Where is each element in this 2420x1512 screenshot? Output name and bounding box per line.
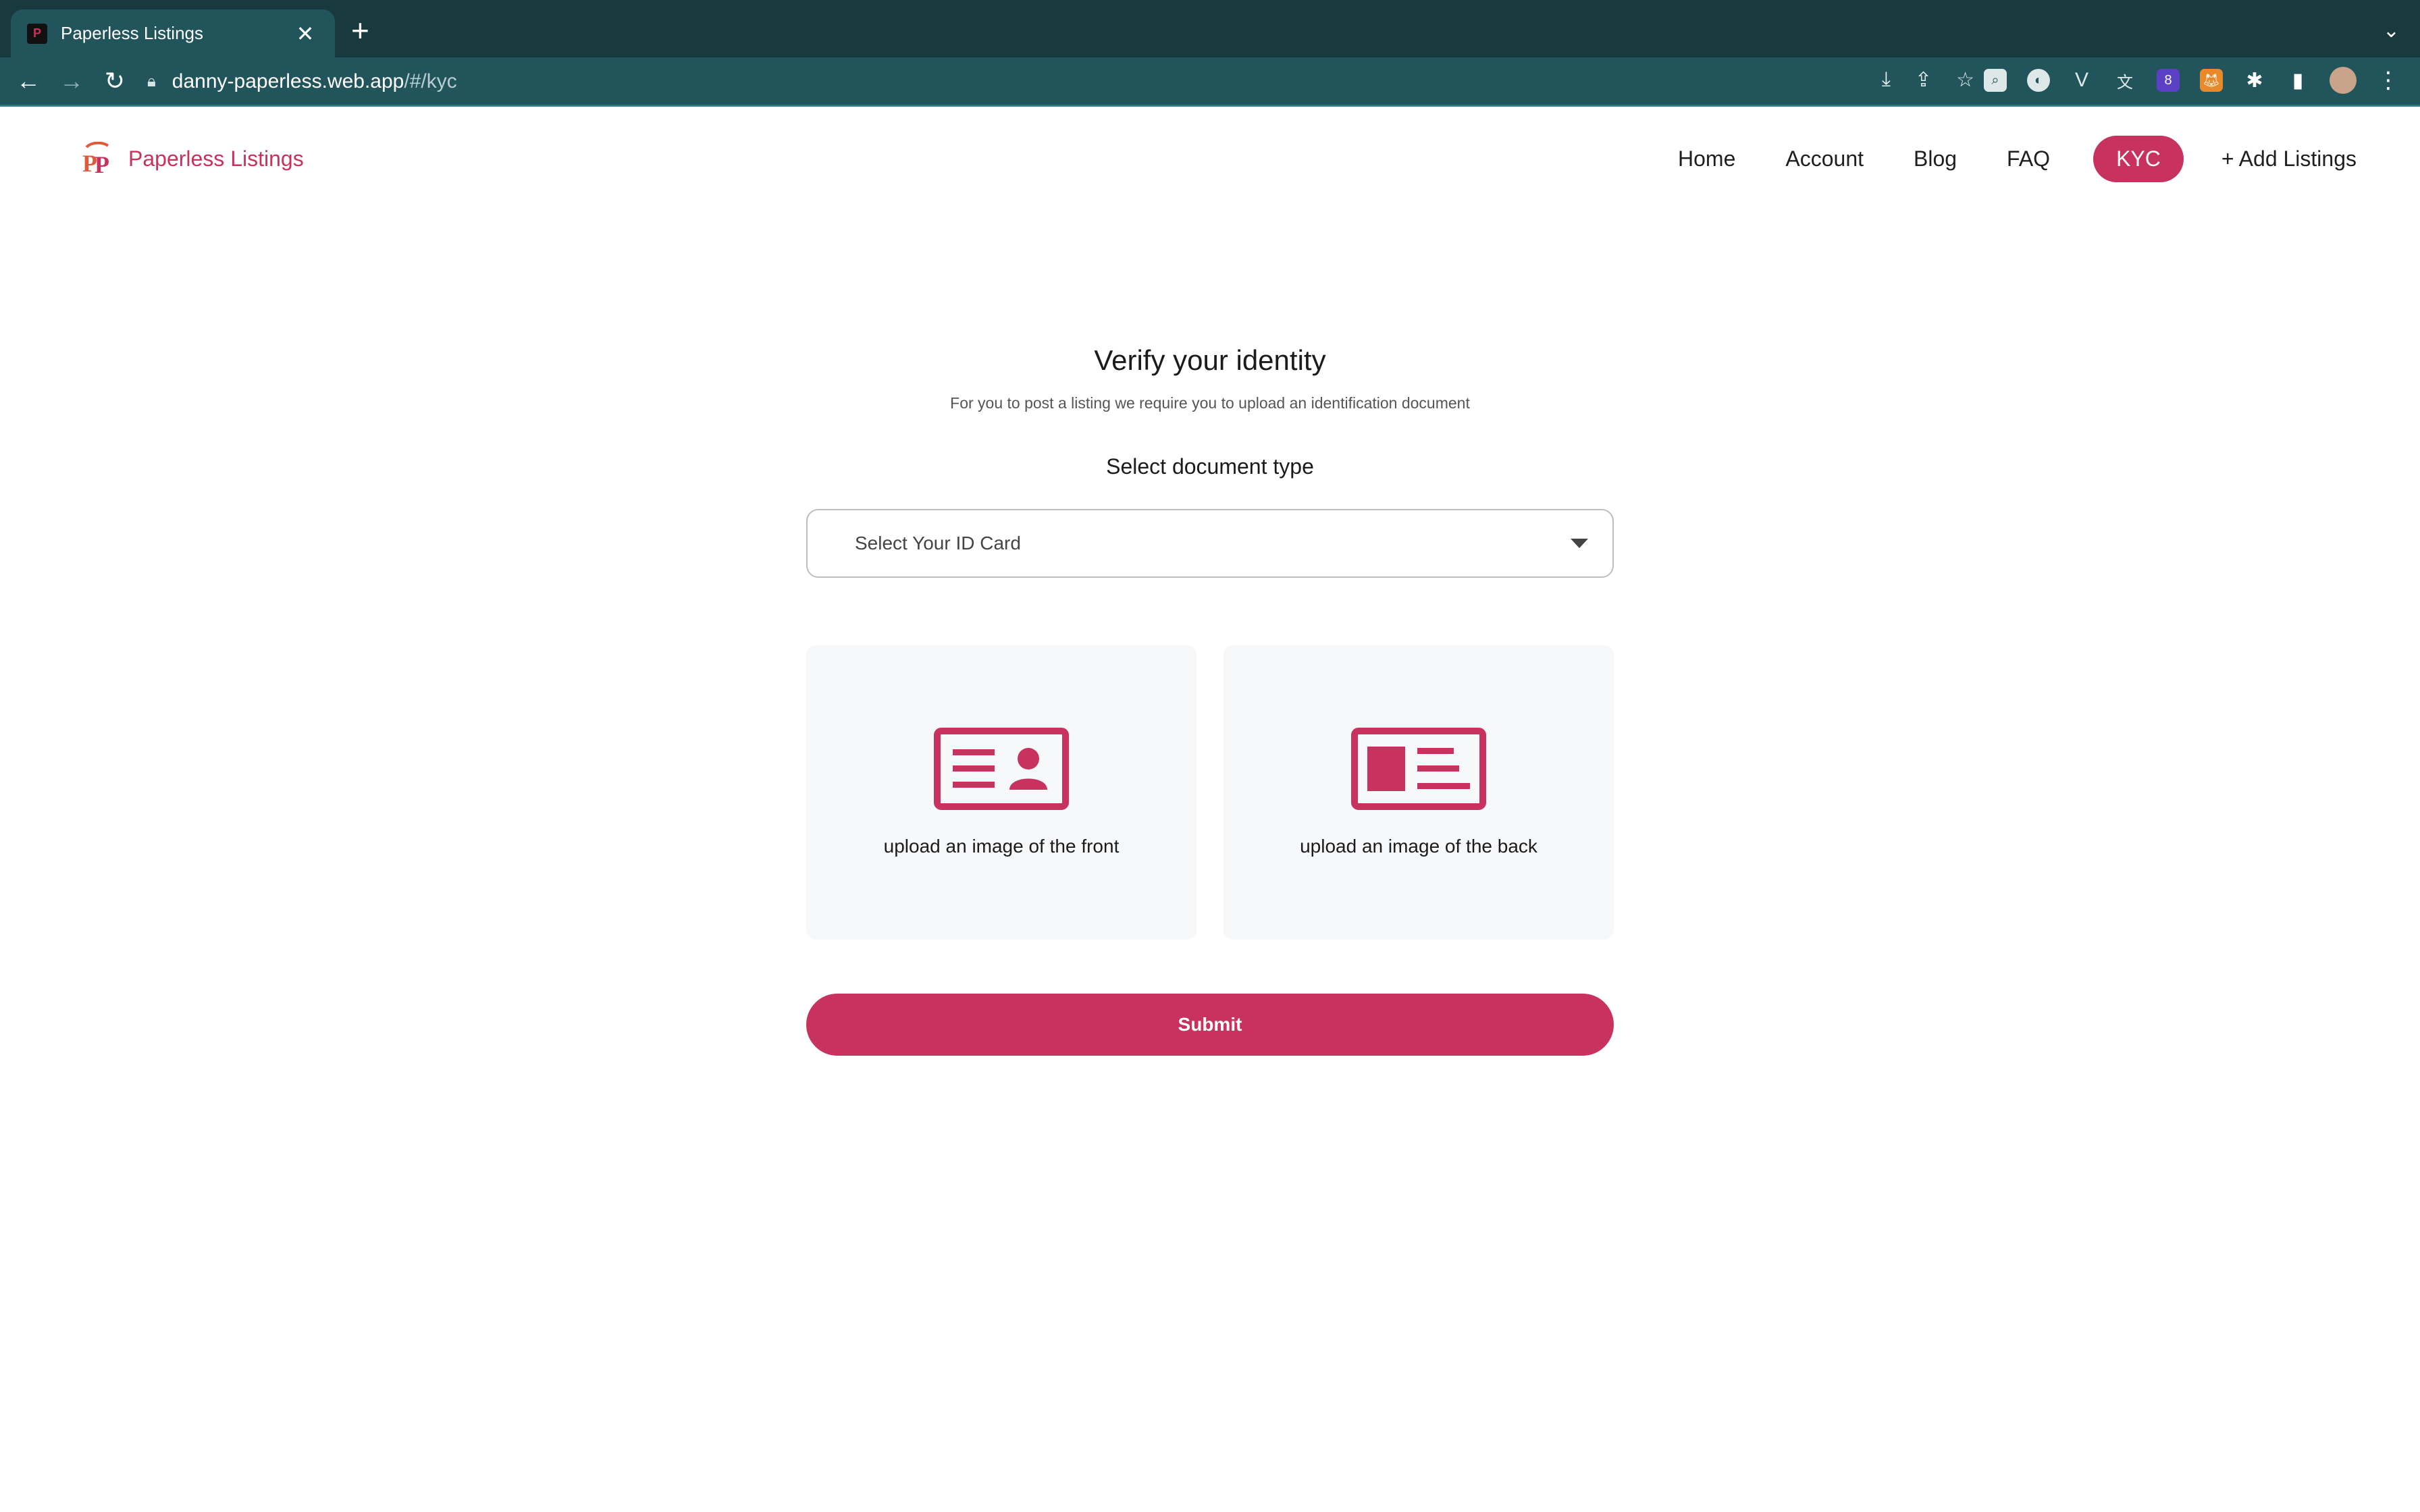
- upload-back-card[interactable]: upload an image of the back: [1224, 645, 1614, 940]
- brand-name: Paperless Listings: [128, 146, 304, 171]
- id-card-select-value: Select Your ID Card: [855, 533, 1021, 554]
- tab-title: Paperless Listings: [61, 23, 203, 43]
- kyc-form: Verify your identity For you to post a l…: [806, 344, 1614, 1056]
- extension-v-icon[interactable]: V: [2070, 69, 2093, 92]
- kebab-menu-icon[interactable]: ⋮: [2377, 68, 2400, 93]
- id-card-select[interactable]: Select Your ID Card: [806, 509, 1614, 578]
- back-icon[interactable]: ←: [7, 67, 50, 95]
- extension-badge-count: 8: [2164, 72, 2172, 88]
- page-title: Verify your identity: [1094, 344, 1326, 376]
- download-icon[interactable]: ⤓: [1882, 68, 1891, 92]
- caret-down-icon: [1571, 539, 1588, 548]
- extension-search-icon[interactable]: ⌕: [1984, 69, 2007, 92]
- extension-badge-icon[interactable]: 8: [2157, 69, 2180, 92]
- star-icon[interactable]: ☆: [1956, 68, 1974, 92]
- share-icon[interactable]: ⇪: [1915, 68, 1932, 92]
- profile-avatar[interactable]: [2330, 67, 2357, 94]
- upload-area: upload an image of the front upload an i…: [806, 645, 1614, 940]
- browser-tab-bar: P Paperless Listings ✕ + ⌄: [0, 0, 2420, 57]
- forward-icon[interactable]: →: [50, 67, 93, 95]
- id-card-back-icon: [1351, 728, 1486, 810]
- nav-kyc[interactable]: KYC: [2093, 136, 2184, 182]
- chevron-down-icon[interactable]: ⌄: [2383, 19, 2400, 43]
- upload-back-label: upload an image of the back: [1300, 836, 1537, 857]
- nav-home[interactable]: Home: [1678, 146, 1735, 171]
- browser-toolbar: ← → ↻ 🔒︎ danny-paperless.web.app/#/kyc ⤓…: [0, 57, 2420, 107]
- nav-faq[interactable]: FAQ: [2007, 146, 2050, 171]
- brand-link[interactable]: P P Paperless Listings: [80, 141, 304, 178]
- site-header: P P Paperless Listings Home Account Blog…: [0, 107, 2420, 215]
- browser-tab[interactable]: P Paperless Listings ✕: [11, 9, 335, 57]
- lock-icon: 🔒︎: [147, 72, 156, 90]
- document-type-label: Select document type: [1106, 454, 1314, 479]
- svg-text:P: P: [95, 151, 109, 176]
- id-card-front-icon: [934, 728, 1069, 810]
- submit-button[interactable]: Submit: [806, 994, 1614, 1056]
- sidebar-icon[interactable]: ▮: [2286, 69, 2309, 92]
- metamask-fox-icon[interactable]: 🦊︎: [2200, 69, 2223, 92]
- page-subtitle: For you to post a listing we require you…: [950, 394, 1470, 412]
- extension-translate-icon[interactable]: 文: [2113, 69, 2136, 92]
- upload-front-label: upload an image of the front: [883, 836, 1120, 857]
- logo-icon: P P: [80, 141, 116, 178]
- main-nav: Home Account Blog FAQ KYC + Add Listings: [1628, 136, 2357, 182]
- url-path: /#/kyc: [404, 70, 457, 92]
- close-icon[interactable]: ✕: [292, 21, 319, 47]
- url-host: danny-paperless.web.app: [172, 70, 404, 92]
- address-bar[interactable]: 🔒︎ danny-paperless.web.app/#/kyc: [147, 64, 1970, 99]
- favicon-icon: P: [27, 23, 47, 44]
- nav-account[interactable]: Account: [1785, 146, 1864, 171]
- upload-front-card[interactable]: upload an image of the front: [806, 645, 1196, 940]
- nav-blog[interactable]: Blog: [1914, 146, 1957, 171]
- puzzle-icon[interactable]: ✱: [2243, 69, 2266, 92]
- new-tab-icon[interactable]: +: [351, 15, 369, 46]
- url-text: danny-paperless.web.app/#/kyc: [172, 70, 457, 93]
- reload-icon[interactable]: ↻: [93, 67, 136, 95]
- extension-circle-icon[interactable]: ◐: [2027, 69, 2050, 92]
- nav-add-listings[interactable]: + Add Listings: [2221, 146, 2357, 171]
